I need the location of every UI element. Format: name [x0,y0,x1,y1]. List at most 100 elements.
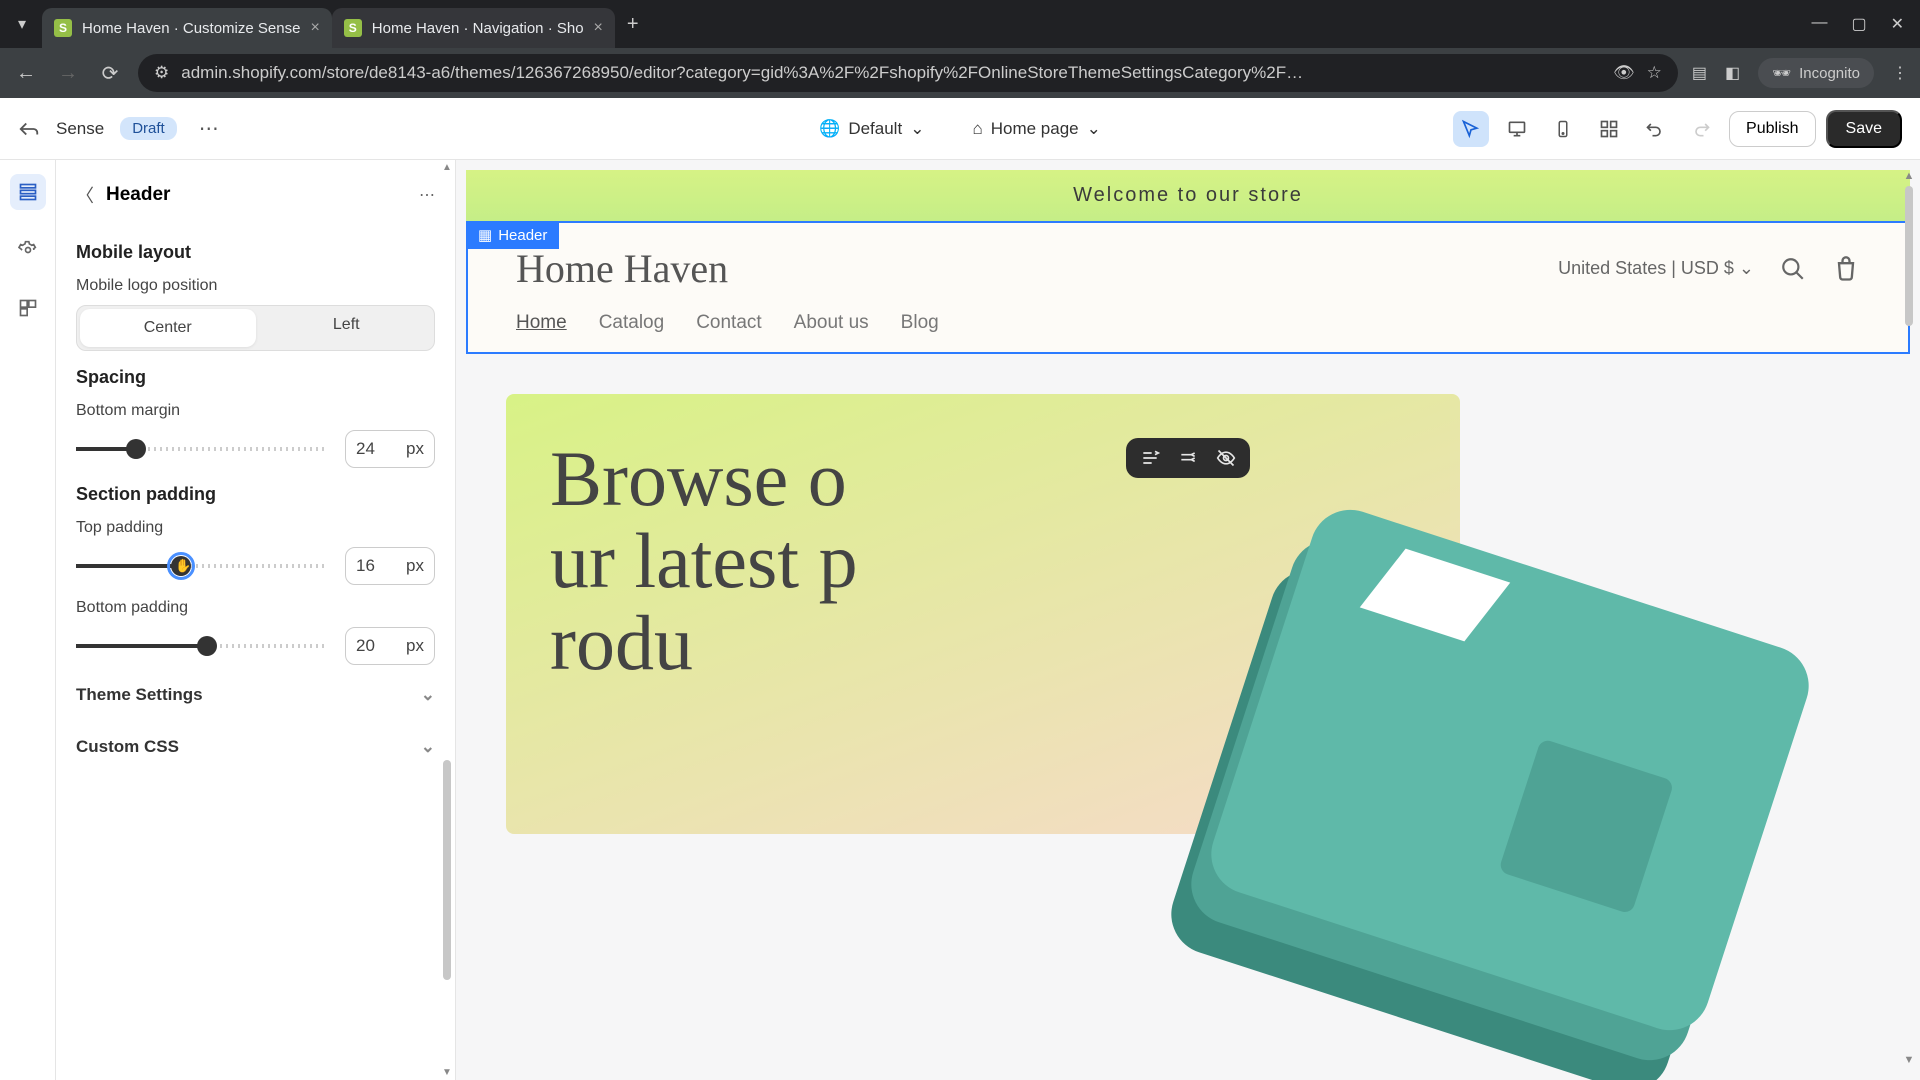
side-panel-icon[interactable]: ◧ [1725,63,1740,83]
template-selector[interactable]: 🌐 Default ⌄ [809,113,934,145]
chevron-down-icon: ⌄ [910,119,924,139]
custom-css-collapse[interactable]: Custom CSS ⌄ [76,721,435,773]
more-actions-icon[interactable]: ⋯ [193,116,225,141]
forward-button[interactable]: → [54,62,82,85]
url-text: admin.shopify.com/store/de8143-a6/themes… [181,63,1601,83]
seg-option-left[interactable]: Left [259,306,435,350]
cart-icon[interactable] [1832,255,1860,283]
top-padding-slider[interactable] [76,564,327,568]
close-window-icon[interactable]: ✕ [1891,14,1904,34]
sidebar-scrollbar[interactable]: ▲ ▼ [441,160,453,1080]
unit-label: px [406,439,424,459]
section-tag-label: Header [498,227,547,244]
announcement-bar[interactable]: Welcome to our store [466,170,1910,221]
seg-option-center[interactable]: Center [80,309,256,347]
nav-link-catalog[interactable]: Catalog [599,312,665,334]
back-button[interactable]: ← [12,62,40,85]
browser-tab-strip: ▾ S Home Haven · Customize Sense × S Hom… [0,0,1920,48]
bottom-padding-slider[interactable] [76,644,327,648]
settings-sidebar: 〈 Header ⋯ Mobile layout Mobile logo pos… [56,160,456,1080]
top-padding-label: Top padding [76,519,435,537]
desktop-view-icon[interactable] [1499,111,1535,147]
tab-title: Home Haven · Navigation · Sho [372,20,584,37]
bottom-margin-value: 24 [356,439,375,459]
chevron-down-icon: ⌄ [421,737,435,757]
store-name[interactable]: Home Haven [516,245,728,292]
reading-list-icon[interactable]: ▤ [1692,63,1707,83]
incognito-badge: 🕶 Incognito [1758,58,1874,88]
theme-settings-icon[interactable] [10,232,46,268]
browser-tab[interactable]: S Home Haven · Navigation · Sho × [332,8,615,48]
mobile-view-icon[interactable] [1545,111,1581,147]
section-padding-heading: Section padding [76,484,435,505]
slider-thumb[interactable] [126,439,146,459]
section-floating-toolbar [1126,438,1250,478]
back-icon[interactable]: 〈 [76,182,94,208]
sidebar-more-icon[interactable]: ⋯ [419,185,435,205]
theme-settings-label: Theme Settings [76,685,203,705]
page-selector-label: Home page [991,119,1079,139]
bottom-padding-label: Bottom padding [76,599,435,617]
address-bar[interactable]: ⚙ admin.shopify.com/store/de8143-a6/them… [138,54,1678,92]
preview-canvas: Welcome to our store ▦ Header Home Haven… [456,160,1920,1080]
shopify-favicon: S [344,19,362,37]
undo-icon[interactable] [1637,111,1673,147]
bottom-padding-value: 20 [356,636,375,656]
tab-search-dropdown[interactable]: ▾ [8,10,36,38]
header-section-selected[interactable]: ▦ Header Home Haven United States | USD … [466,221,1910,354]
edit-section-icon[interactable] [1140,448,1160,468]
minimize-icon[interactable]: — [1811,14,1827,34]
spacing-heading: Spacing [76,367,435,388]
mobile-logo-position-label: Mobile logo position [76,277,435,295]
theme-name: Sense [56,119,104,139]
duplicate-section-icon[interactable] [1178,448,1198,468]
bottom-padding-input[interactable]: 20 px [345,627,435,665]
nav-link-blog[interactable]: Blog [901,312,939,334]
top-padding-input[interactable]: 16 px [345,547,435,585]
redo-icon[interactable] [1683,111,1719,147]
locale-selector[interactable]: United States | USD $ ⌄ [1558,258,1754,279]
bottom-margin-input[interactable]: 24 px [345,430,435,468]
mobile-layout-heading: Mobile layout [76,242,435,263]
section-icon: ▦ [478,226,492,244]
bookmark-star-icon[interactable]: ☆ [1647,63,1662,83]
eye-off-icon[interactable]: 👁 [1613,63,1635,83]
top-padding-value: 16 [356,556,375,576]
nav-link-about[interactable]: About us [794,312,869,334]
nav-link-contact[interactable]: Contact [696,312,761,334]
exit-editor-icon[interactable] [18,118,40,140]
inspector-mode-icon[interactable] [1453,111,1489,147]
new-tab-button[interactable]: + [615,13,651,36]
hero-heading: Browse our latest produ [550,438,870,684]
scrollbar-thumb[interactable] [1905,186,1913,326]
globe-icon: 🌐 [819,119,840,139]
fullscreen-view-icon[interactable] [1591,111,1627,147]
reload-button[interactable]: ⟳ [96,61,124,86]
browser-menu-icon[interactable]: ⋮ [1892,63,1908,83]
template-selector-label: Default [848,119,902,139]
sidebar-title: Header [106,184,170,206]
bottom-margin-slider[interactable] [76,447,327,451]
close-icon[interactable]: × [594,19,603,37]
page-selector[interactable]: ⌂ Home page ⌄ [962,113,1110,145]
status-badge: Draft [120,117,177,140]
app-embeds-icon[interactable] [10,290,46,326]
nav-link-home[interactable]: Home [516,312,567,334]
section-tag: ▦ Header [466,221,559,249]
chevron-down-icon: ⌄ [421,685,435,705]
publish-button[interactable]: Publish [1729,111,1815,147]
hide-section-icon[interactable] [1216,448,1236,468]
scrollbar-thumb[interactable] [443,760,451,980]
slider-thumb[interactable] [171,556,191,576]
search-icon[interactable] [1780,256,1806,282]
canvas-scrollbar[interactable]: ▲ ▼ [1902,170,1916,1070]
sections-panel-icon[interactable] [10,174,46,210]
close-icon[interactable]: × [310,19,319,37]
tab-title: Home Haven · Customize Sense [82,20,300,37]
site-info-icon[interactable]: ⚙ [154,63,169,83]
slider-thumb[interactable] [197,636,217,656]
save-button[interactable]: Save [1826,110,1902,148]
theme-settings-collapse[interactable]: Theme Settings ⌄ [76,669,435,721]
maximize-icon[interactable]: ▢ [1851,14,1866,34]
browser-tab[interactable]: S Home Haven · Customize Sense × [42,8,332,48]
